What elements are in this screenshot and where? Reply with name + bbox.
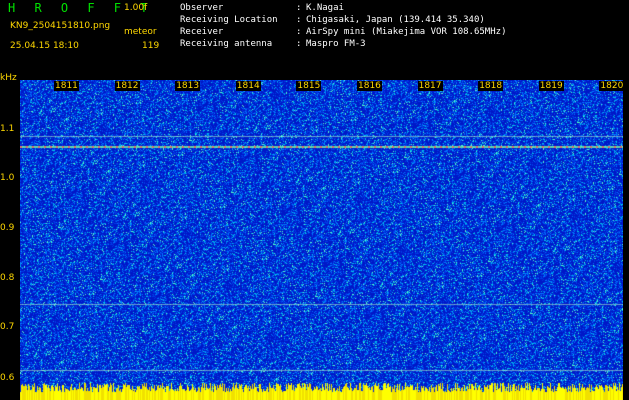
- y-tick-label: 1.1: [0, 124, 15, 134]
- y-tick-label: 0.7: [0, 322, 15, 332]
- version-label: 1.00f: [124, 3, 148, 13]
- x-tick-label: 1814: [235, 81, 261, 91]
- spectrogram: [20, 80, 623, 400]
- count-label: 119: [142, 41, 160, 51]
- location-label: Receiving Location: [180, 15, 278, 25]
- antenna-label: Receiving antenna: [180, 39, 273, 49]
- header-panel: H R O F F T 1.00f KN9_2504151810.png met…: [0, 0, 629, 83]
- y-tick-label: 0.8: [0, 273, 15, 283]
- y-tick-label: 0.9: [0, 223, 15, 233]
- x-tick-label: 1816: [357, 81, 382, 91]
- colon: :: [296, 3, 302, 13]
- spectrogram-canvas: [20, 80, 623, 400]
- observer-value: K.Nagai: [306, 3, 344, 13]
- y-tick-label: 0.6: [0, 373, 15, 383]
- y-tick-label: 1.0: [0, 173, 15, 183]
- colon: :: [296, 15, 302, 25]
- x-tick-label: 1812: [114, 81, 140, 91]
- colon: :: [296, 39, 302, 49]
- x-tick-label: 1819: [538, 81, 564, 91]
- x-tick-label: 1820: [599, 81, 625, 91]
- antenna-value: Maspro FM-3: [306, 39, 366, 49]
- x-tick-label: 1815: [296, 81, 322, 91]
- receiver-label: Receiver: [180, 27, 224, 37]
- datetime-label: 25.04.15 18:10: [10, 41, 79, 51]
- filename-label: KN9_2504151810.png: [10, 21, 111, 31]
- receiver-value: AirSpy mini (Miakejima VOR 108.65MHz): [306, 27, 507, 37]
- x-tick-label: 1818: [478, 81, 504, 91]
- colon: :: [296, 27, 302, 37]
- y-axis-unit: kHz: [0, 73, 17, 83]
- mode-label: meteor: [124, 27, 157, 37]
- x-tick-label: 1813: [175, 81, 201, 91]
- location-value: Chigasaki, Japan (139.414 35.340): [306, 15, 485, 25]
- x-tick-label: 1817: [417, 81, 443, 91]
- observer-label: Observer: [180, 3, 224, 13]
- x-tick-label: 1811: [54, 81, 79, 91]
- right-border: [623, 80, 629, 400]
